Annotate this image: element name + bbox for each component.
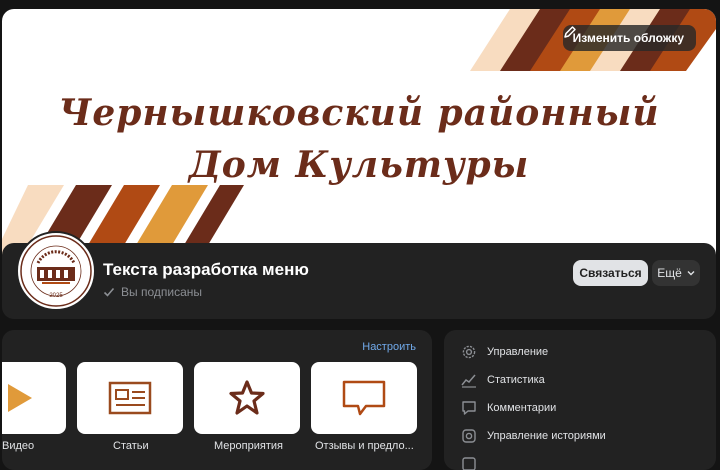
add-icon (462, 457, 476, 470)
side-item-comments-label: Комментарии (487, 402, 557, 414)
article-icon (108, 381, 152, 415)
side-item-statistics-label: Статистика (487, 374, 545, 386)
management-panel: Управление Статистика Комментарии Управл… (444, 330, 716, 470)
subscribed-status[interactable]: Вы подписаны (103, 285, 202, 299)
menu-tile-events-label: Мероприятия (214, 440, 283, 452)
group-name: Текста разработка меню (103, 260, 309, 279)
comment-icon (462, 401, 476, 415)
edit-cover-button[interactable]: Изменить обложку (562, 25, 696, 51)
menu-tile-articles[interactable] (77, 362, 183, 434)
side-item-statistics[interactable]: Статистика (461, 372, 545, 388)
svg-text:2025: 2025 (49, 293, 63, 299)
group-header: 2025 Текста разработка меню Вы подписаны… (2, 231, 716, 319)
chart-icon (461, 374, 476, 388)
more-button-label: Ещё (657, 266, 682, 280)
play-icon (8, 384, 32, 412)
gear-icon (462, 345, 476, 359)
check-icon (103, 287, 115, 297)
side-item-management[interactable]: Управление (461, 344, 548, 360)
side-item-stories[interactable]: Управление историями (461, 428, 606, 444)
side-item-partial (461, 456, 477, 470)
stories-icon (462, 429, 476, 443)
side-item-stories-label: Управление историями (487, 430, 606, 442)
configure-menu-link[interactable]: Настроить (362, 341, 416, 353)
avatar-logo: 2025 (20, 235, 92, 307)
avatar[interactable]: 2025 (16, 231, 96, 311)
menu-tile-video[interactable] (2, 362, 66, 434)
side-item-comments[interactable]: Комментарии (461, 400, 556, 416)
more-button[interactable]: Ещё (652, 260, 700, 286)
cover-title-line1: Чернышковский районный (58, 92, 660, 134)
menu-tile-feedback-label: Отзывы и предло... (315, 440, 414, 452)
cover-title: Чернышковский районный Дом Культуры (2, 87, 716, 191)
cover-image: Чернышковский районный Дом Культуры Изме… (2, 9, 716, 255)
side-item-management-label: Управление (487, 346, 549, 358)
menu-tile-articles-label: Статьи (113, 440, 149, 452)
contact-button-label: Связаться (579, 266, 642, 280)
star-icon (229, 380, 265, 415)
contact-button[interactable]: Связаться (573, 260, 648, 286)
cover-title-line2: Дом Культуры (188, 144, 530, 186)
subscribed-label: Вы подписаны (121, 285, 202, 299)
menu-tile-video-label: Видео (2, 440, 35, 452)
menu-tile-feedback[interactable] (311, 362, 417, 434)
group-menu: Настроить Видео Статьи Мероприятия Отзыв… (2, 330, 432, 470)
menu-tile-events[interactable] (194, 362, 300, 434)
chevron-down-icon (687, 271, 695, 276)
feedback-icon (342, 380, 386, 416)
pencil-icon (563, 26, 576, 38)
edit-cover-label: Изменить обложку (572, 31, 684, 45)
